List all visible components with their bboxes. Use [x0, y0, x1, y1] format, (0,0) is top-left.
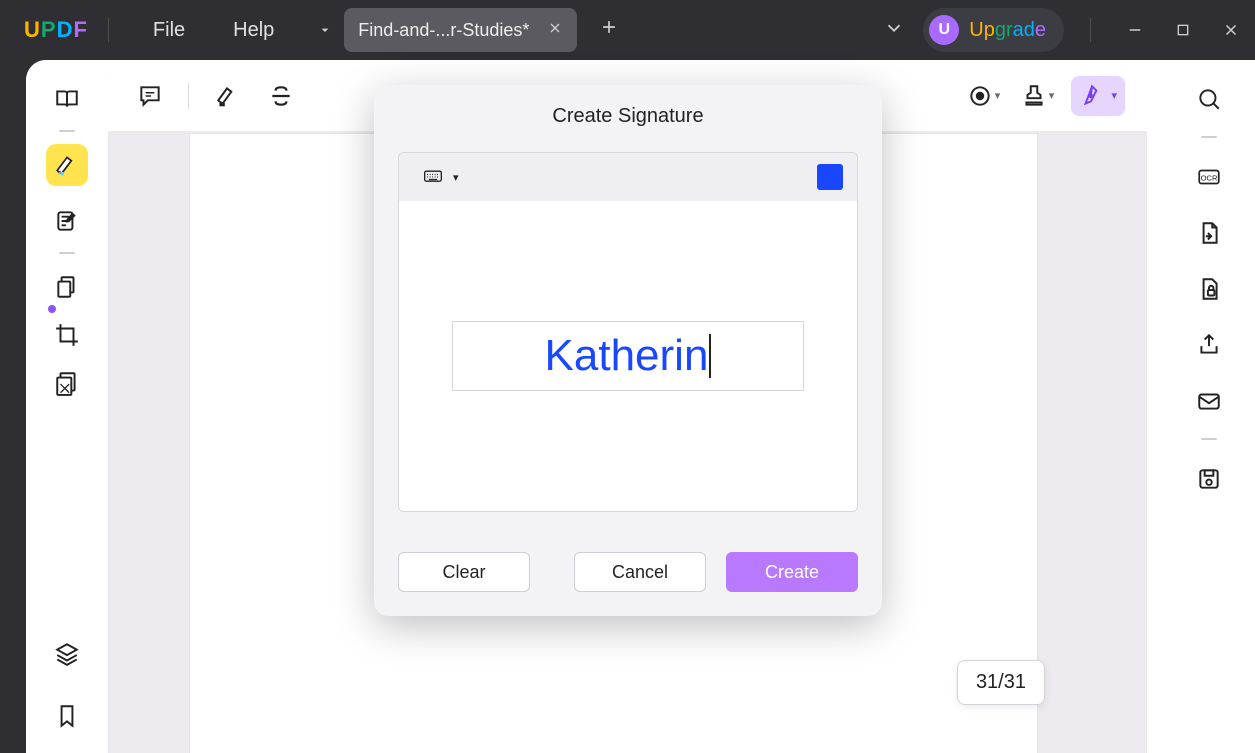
- right-sidebar: OCR: [1163, 60, 1255, 753]
- caret-down-icon: ▾: [453, 171, 459, 184]
- page-indicator[interactable]: 31/31: [957, 660, 1045, 705]
- envelope-icon: [1196, 388, 1222, 414]
- tab-close-button[interactable]: [547, 20, 563, 41]
- tab-list-dropdown[interactable]: [308, 8, 342, 52]
- ocr-button[interactable]: OCR: [1188, 156, 1230, 198]
- menu-file[interactable]: File: [143, 19, 195, 42]
- caret-down-icon: ▾: [995, 89, 1001, 102]
- left-sidebar: [26, 60, 108, 753]
- document-tab[interactable]: Find-and-...r-Studies*: [344, 8, 577, 52]
- highlighter-icon: [214, 83, 240, 109]
- new-tab-button[interactable]: [599, 17, 619, 43]
- email-button[interactable]: [1188, 380, 1230, 422]
- divider: [108, 18, 109, 42]
- window-maximize-button[interactable]: [1159, 10, 1207, 50]
- dialog-actions: Clear Cancel Create: [374, 512, 882, 596]
- clear-button[interactable]: Clear: [398, 552, 530, 592]
- avatar: U: [929, 15, 959, 45]
- comment-icon: [137, 83, 163, 109]
- upgrade-label: Upgrade: [969, 19, 1046, 42]
- caret-down-icon: ▾: [1049, 89, 1055, 102]
- strikethrough-icon: [268, 83, 294, 109]
- plus-icon: [599, 17, 619, 37]
- separator: [1201, 136, 1217, 138]
- close-icon: [547, 20, 563, 36]
- layers-button[interactable]: [46, 633, 88, 675]
- maximize-icon: [1175, 22, 1191, 38]
- stamp-icon: [1021, 83, 1047, 109]
- title-bar: UPDF File Help Find-and-...r-Studies* U …: [0, 0, 1255, 60]
- window-minimize-button[interactable]: [1111, 10, 1159, 50]
- redact-button[interactable]: [46, 362, 88, 404]
- tab-strip: Find-and-...r-Studies*: [308, 0, 619, 60]
- signature-toolbar: ▾: [399, 153, 857, 201]
- signature-text-input[interactable]: Katherin: [452, 321, 804, 391]
- keyboard-icon: [419, 167, 447, 187]
- book-open-icon: [54, 86, 80, 112]
- separator: [188, 83, 189, 109]
- signature-canvas[interactable]: Katherin: [399, 201, 857, 511]
- signature-color-picker[interactable]: [817, 164, 843, 190]
- bookmarks-button[interactable]: [46, 695, 88, 737]
- separator: [59, 130, 75, 132]
- redact-icon: [54, 370, 80, 396]
- crop-icon: [54, 322, 80, 348]
- ocr-icon: OCR: [1196, 164, 1222, 190]
- crop-pages-button[interactable]: [46, 314, 88, 356]
- signature-tool-button[interactable]: ▾: [1071, 76, 1125, 116]
- file-lock-icon: [1196, 276, 1222, 302]
- signature-panel: ▾ Katherin: [398, 152, 858, 512]
- cancel-button[interactable]: Cancel: [574, 552, 706, 592]
- menu-help[interactable]: Help: [223, 19, 284, 42]
- save-icon: [1196, 466, 1222, 492]
- chevron-down-icon: [883, 17, 905, 39]
- active-indicator-dot: [48, 305, 56, 313]
- highlight-button[interactable]: [207, 76, 247, 116]
- shape-tool-button[interactable]: ▾: [963, 76, 1003, 116]
- separator: [1201, 438, 1217, 440]
- window-menu-dropdown[interactable]: [871, 11, 917, 50]
- caret-down-icon: ▾: [1111, 89, 1117, 102]
- divider: [1090, 18, 1091, 42]
- pen-nib-icon: [1079, 83, 1105, 109]
- strikethrough-button[interactable]: [261, 76, 301, 116]
- svg-text:OCR: OCR: [1201, 173, 1218, 182]
- protect-button[interactable]: [1188, 268, 1230, 310]
- organize-pages-button[interactable]: [46, 266, 88, 308]
- caret-down-icon: [317, 22, 333, 38]
- stamp-tool-button[interactable]: ▾: [1017, 76, 1057, 116]
- text-cursor: [709, 334, 711, 378]
- save-button[interactable]: [1188, 458, 1230, 500]
- create-button[interactable]: Create: [726, 552, 858, 592]
- search-icon: [1196, 86, 1222, 112]
- convert-button[interactable]: [1188, 212, 1230, 254]
- keyboard-input-mode-button[interactable]: ▾: [413, 163, 465, 191]
- search-button[interactable]: [1188, 78, 1230, 120]
- create-signature-dialog: Create Signature ▾ Katherin Clear Cancel…: [374, 85, 882, 616]
- layers-icon: [54, 641, 80, 667]
- note-pencil-icon: [54, 208, 80, 234]
- tab-title: Find-and-...r-Studies*: [358, 20, 529, 41]
- upgrade-button[interactable]: U Upgrade: [923, 8, 1064, 52]
- share-icon: [1196, 332, 1222, 358]
- export-file-icon: [1196, 220, 1222, 246]
- pages-icon: [54, 274, 80, 300]
- highlighter-icon: [54, 152, 80, 178]
- reader-mode-button[interactable]: [46, 78, 88, 120]
- sticky-note-button[interactable]: [130, 76, 170, 116]
- signature-text-value: Katherin: [545, 331, 709, 381]
- close-icon: [1222, 21, 1240, 39]
- minimize-icon: [1126, 21, 1144, 39]
- title-bar-right: U Upgrade: [871, 0, 1255, 60]
- edit-mode-button[interactable]: [46, 200, 88, 242]
- dialog-title: Create Signature: [374, 85, 882, 144]
- app-logo: UPDF: [24, 17, 88, 43]
- shape-icon: [967, 83, 993, 109]
- bookmark-icon: [54, 703, 80, 729]
- window-close-button[interactable]: [1207, 10, 1255, 50]
- comment-mode-button[interactable]: [46, 144, 88, 186]
- separator: [59, 252, 75, 254]
- share-button[interactable]: [1188, 324, 1230, 366]
